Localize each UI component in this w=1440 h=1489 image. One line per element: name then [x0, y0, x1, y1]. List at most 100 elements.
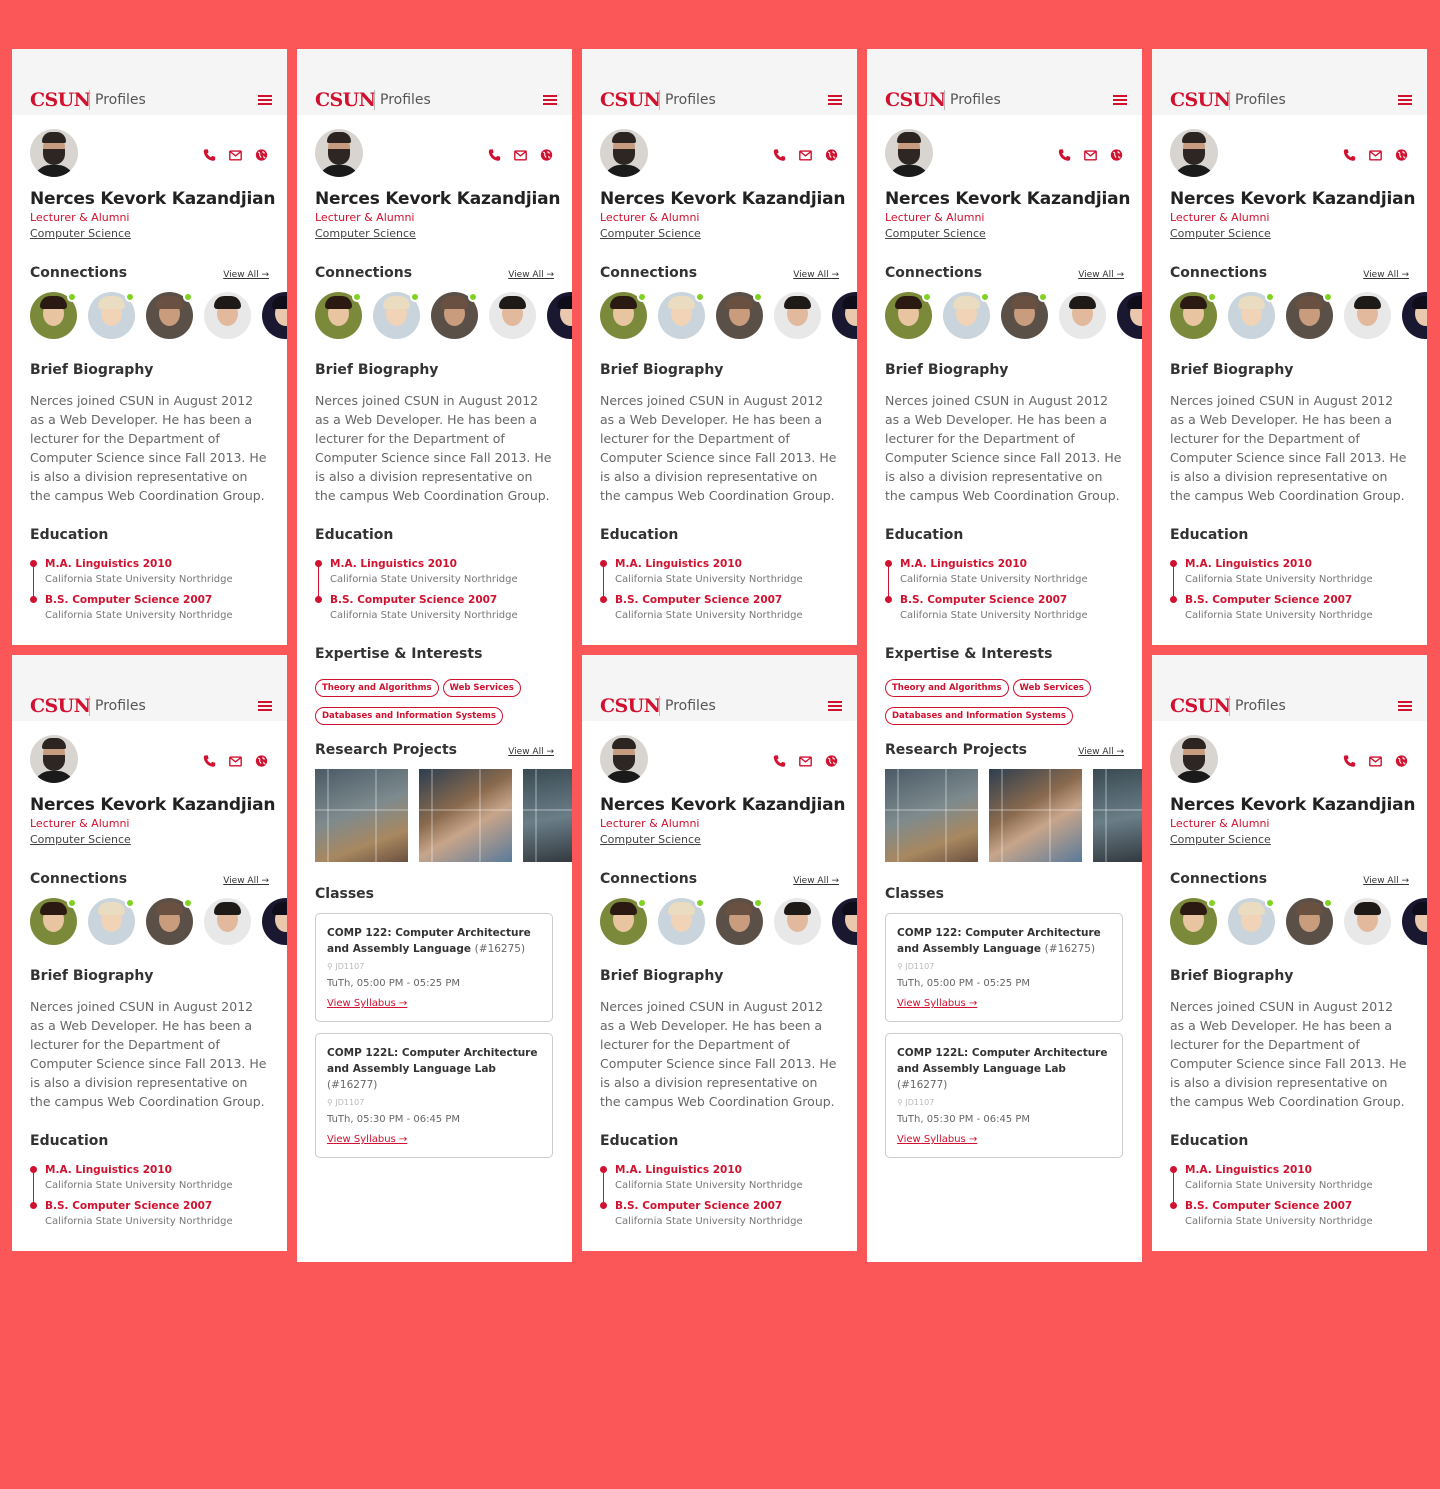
connections-view-all-link[interactable]: View All →: [1363, 270, 1409, 280]
csun-logo[interactable]: CSUN: [1170, 695, 1231, 717]
phone-icon[interactable]: [202, 754, 217, 768]
csun-logo[interactable]: CSUN: [885, 89, 946, 111]
connections-view-all-link[interactable]: View All →: [223, 876, 269, 886]
research-project-thumbnail[interactable]: [315, 769, 408, 862]
connection-avatar[interactable]: [1344, 292, 1391, 339]
app-name[interactable]: Profiles: [1235, 697, 1286, 715]
hamburger-menu-icon[interactable]: [543, 95, 557, 105]
envelope-icon[interactable]: [513, 148, 528, 162]
connection-avatar[interactable]: [943, 292, 990, 339]
connection-avatar[interactable]: [1402, 292, 1427, 339]
envelope-icon[interactable]: [1368, 754, 1383, 768]
app-name[interactable]: Profiles: [665, 697, 716, 715]
expertise-tag[interactable]: Databases and Information Systems: [885, 707, 1073, 725]
connection-avatar[interactable]: [30, 292, 77, 339]
view-syllabus-link[interactable]: View Syllabus →: [327, 1134, 407, 1145]
connection-avatar[interactable]: [1170, 898, 1217, 945]
envelope-icon[interactable]: [228, 754, 243, 768]
globe-icon[interactable]: [1394, 754, 1409, 768]
envelope-icon[interactable]: [1083, 148, 1098, 162]
research-project-thumbnail[interactable]: [523, 769, 572, 862]
connections-view-all-link[interactable]: View All →: [223, 270, 269, 280]
connection-avatar[interactable]: [1286, 898, 1333, 945]
connection-avatar[interactable]: [716, 292, 763, 339]
phone-icon[interactable]: [1057, 148, 1072, 162]
connection-avatar[interactable]: [1228, 292, 1275, 339]
connections-view-all-link[interactable]: View All →: [793, 270, 839, 280]
globe-icon[interactable]: [1109, 148, 1124, 162]
research-project-thumbnail[interactable]: [419, 769, 512, 862]
hamburger-menu-icon[interactable]: [828, 95, 842, 105]
connection-avatar[interactable]: [88, 898, 135, 945]
expertise-tag[interactable]: Databases and Information Systems: [315, 707, 503, 725]
hamburger-menu-icon[interactable]: [258, 95, 272, 105]
app-name[interactable]: Profiles: [1235, 91, 1286, 109]
connections-view-all-link[interactable]: View All →: [508, 270, 554, 280]
phone-icon[interactable]: [772, 148, 787, 162]
view-syllabus-link[interactable]: View Syllabus →: [897, 1134, 977, 1145]
connection-avatar[interactable]: [88, 292, 135, 339]
csun-logo[interactable]: CSUN: [1170, 89, 1231, 111]
department-link[interactable]: Computer Science: [30, 227, 131, 240]
app-name[interactable]: Profiles: [95, 697, 146, 715]
csun-logo[interactable]: CSUN: [315, 89, 376, 111]
globe-icon[interactable]: [539, 148, 554, 162]
phone-icon[interactable]: [772, 754, 787, 768]
connection-avatar[interactable]: [431, 292, 478, 339]
connection-avatar[interactable]: [146, 898, 193, 945]
expertise-tag[interactable]: Theory and Algorithms: [315, 679, 439, 697]
connection-avatar[interactable]: [1344, 898, 1391, 945]
research-project-thumbnail[interactable]: [1093, 769, 1142, 862]
hamburger-menu-icon[interactable]: [1398, 701, 1412, 711]
connection-avatar[interactable]: [262, 292, 287, 339]
connection-avatar[interactable]: [832, 898, 857, 945]
view-syllabus-link[interactable]: View Syllabus →: [897, 998, 977, 1009]
expertise-tag[interactable]: Theory and Algorithms: [885, 679, 1009, 697]
expertise-tag[interactable]: Web Services: [442, 679, 521, 697]
envelope-icon[interactable]: [798, 754, 813, 768]
connections-view-all-link[interactable]: View All →: [1078, 270, 1124, 280]
globe-icon[interactable]: [824, 754, 839, 768]
department-link[interactable]: Computer Science: [30, 833, 131, 846]
connection-avatar[interactable]: [1228, 898, 1275, 945]
hamburger-menu-icon[interactable]: [258, 701, 272, 711]
globe-icon[interactable]: [254, 148, 269, 162]
connection-avatar[interactable]: [658, 292, 705, 339]
phone-icon[interactable]: [1342, 754, 1357, 768]
research-view-all-link[interactable]: View All →: [1078, 747, 1124, 757]
globe-icon[interactable]: [1394, 148, 1409, 162]
connection-avatar[interactable]: [658, 898, 705, 945]
connections-view-all-link[interactable]: View All →: [793, 876, 839, 886]
phone-icon[interactable]: [202, 148, 217, 162]
connection-avatar[interactable]: [1402, 898, 1427, 945]
csun-logo[interactable]: CSUN: [600, 695, 661, 717]
connection-avatar[interactable]: [204, 898, 251, 945]
research-view-all-link[interactable]: View All →: [508, 747, 554, 757]
connection-avatar[interactable]: [146, 292, 193, 339]
connection-avatar[interactable]: [716, 898, 763, 945]
connection-avatar[interactable]: [489, 292, 536, 339]
hamburger-menu-icon[interactable]: [1113, 95, 1127, 105]
connection-avatar[interactable]: [1286, 292, 1333, 339]
research-project-thumbnail[interactable]: [885, 769, 978, 862]
phone-icon[interactable]: [487, 148, 502, 162]
envelope-icon[interactable]: [228, 148, 243, 162]
connection-avatar[interactable]: [315, 292, 362, 339]
connection-avatar[interactable]: [832, 292, 857, 339]
app-name[interactable]: Profiles: [380, 91, 431, 109]
csun-logo[interactable]: CSUN: [600, 89, 661, 111]
csun-logo[interactable]: CSUN: [30, 89, 91, 111]
connection-avatar[interactable]: [30, 898, 77, 945]
department-link[interactable]: Computer Science: [1170, 227, 1271, 240]
app-name[interactable]: Profiles: [665, 91, 716, 109]
department-link[interactable]: Computer Science: [315, 227, 416, 240]
department-link[interactable]: Computer Science: [600, 833, 701, 846]
expertise-tag[interactable]: Web Services: [1012, 679, 1091, 697]
connection-avatar[interactable]: [262, 898, 287, 945]
phone-icon[interactable]: [1342, 148, 1357, 162]
department-link[interactable]: Computer Science: [1170, 833, 1271, 846]
connection-avatar[interactable]: [1059, 292, 1106, 339]
envelope-icon[interactable]: [1368, 148, 1383, 162]
connection-avatar[interactable]: [600, 898, 647, 945]
connection-avatar[interactable]: [600, 292, 647, 339]
